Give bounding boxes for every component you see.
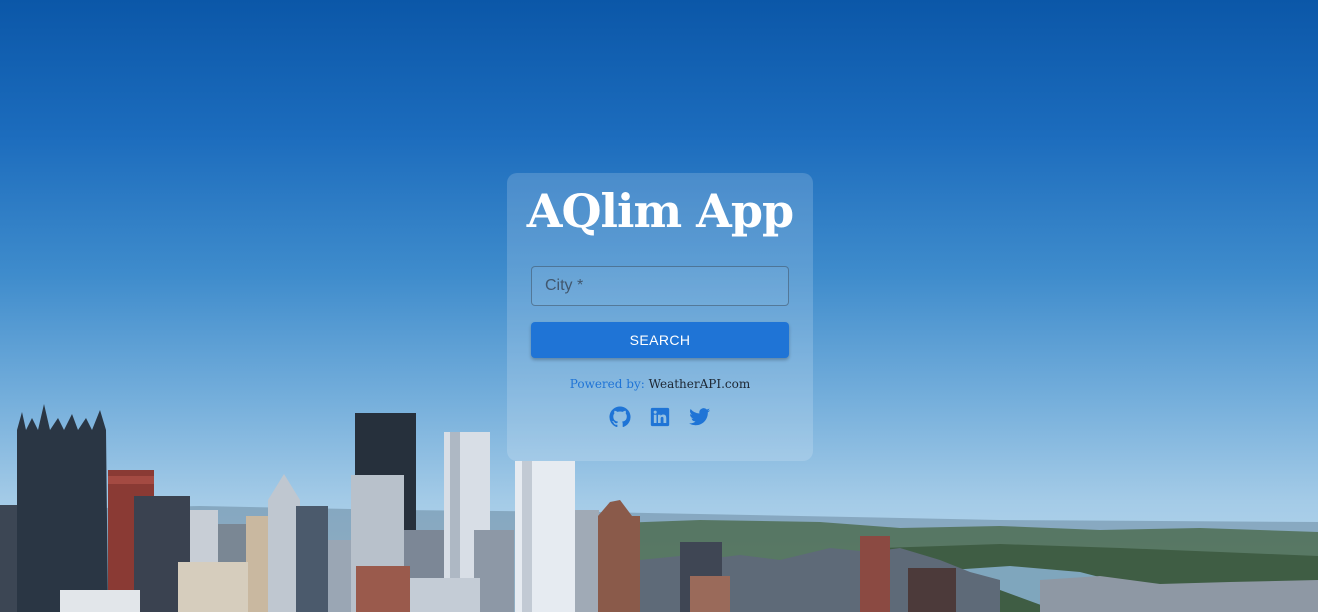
city-input[interactable] (531, 266, 789, 306)
powered-by: Powered by: WeatherAPI.com (507, 376, 813, 392)
search-card: AQlim App SEARCH Powered by: WeatherAPI.… (507, 173, 813, 461)
twitter-icon[interactable] (689, 406, 711, 428)
weatherapi-link[interactable]: WeatherAPI.com (649, 377, 751, 391)
linkedin-icon[interactable] (649, 406, 671, 428)
powered-by-label: Powered by: (569, 377, 645, 391)
search-button[interactable]: SEARCH (531, 322, 789, 358)
social-links (507, 406, 813, 430)
app-title: AQlim App (526, 184, 794, 238)
github-icon[interactable] (609, 406, 631, 428)
